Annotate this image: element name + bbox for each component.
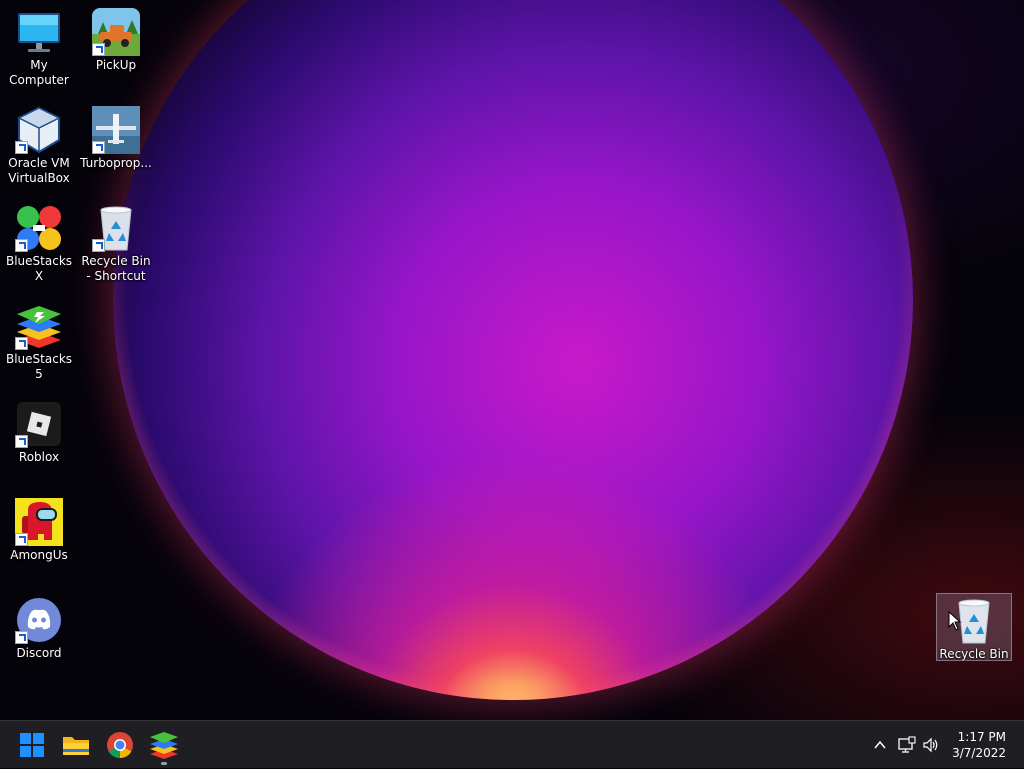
windows-start-icon [20,733,44,757]
clock-date: 3/7/2022 [952,746,1006,760]
file-explorer-button[interactable] [60,729,92,761]
bluestacks-5-icon [15,302,63,350]
desktop-icon-among-us[interactable]: AmongUs [1,498,77,563]
desktop-icon-virtualbox[interactable]: Oracle VM VirtualBox [1,106,77,186]
desktop-icon-label: My Computer [9,58,69,87]
clock-time: 1:17 PM [957,730,1006,744]
taskbar: 1:17 PM 3/7/2022 [0,720,1024,768]
taskbar-clock[interactable]: 1:17 PM 3/7/2022 [952,729,1006,761]
desktop-icon-label: BlueStacks 5 [5,352,73,381]
discord-icon [15,596,63,644]
shortcut-arrow-icon [15,239,28,252]
desktop-icon-discord[interactable]: Discord [1,596,77,661]
volume-icon [923,737,938,753]
volume-button[interactable] [920,721,942,769]
desktop-icon-label: PickUp [95,58,137,72]
desktop-icon-label: Roblox [18,450,60,464]
running-indicator [161,762,167,765]
shortcut-arrow-icon [92,239,105,252]
among-us-icon [15,498,63,546]
chrome-button[interactable] [104,729,136,761]
desktop-icon-pickup[interactable]: PickUp [78,8,154,73]
desktop-icon-label: Recycle Bin - Shortcut [81,254,151,283]
shortcut-arrow-icon [15,141,28,154]
roblox-icon [15,400,63,448]
start-button[interactable] [16,729,48,761]
desktop-icon-label: Recycle Bin [939,647,1009,661]
desktop-icon-label: BlueStacks X [5,254,73,283]
turboprop-game-icon [92,106,140,154]
chevron-up-icon [874,740,886,749]
desktop-icon-label: Oracle VM VirtualBox [8,156,70,185]
shortcut-arrow-icon [15,533,28,546]
bluestacks-taskbar-button[interactable] [148,729,180,765]
show-hidden-icons-button[interactable] [868,721,892,769]
shortcut-arrow-icon [92,43,105,56]
wallpaper-orb-glow [113,0,913,700]
bluestacks-icon [150,732,178,759]
monitor-icon [15,8,63,56]
desktop-icon-turboprop[interactable]: Turboprop... [78,106,154,171]
desktop-icon-label: AmongUs [10,548,68,562]
pickup-game-icon [92,8,140,56]
desktop-icon-my-computer[interactable]: My Computer [1,8,77,88]
bluestacks-x-icon [15,204,63,252]
desktop-icon-roblox[interactable]: Roblox [1,400,77,465]
desktop-icon-bluestacks-x[interactable]: BlueStacks X [1,204,77,284]
virtualbox-icon [15,106,63,154]
shortcut-arrow-icon [92,141,105,154]
shortcut-arrow-icon [15,435,28,448]
desktop-icon-label: Discord [16,646,62,660]
desktop-icon-bluestacks-5[interactable]: BlueStacks 5 [1,302,77,382]
recycle-bin-icon [92,204,140,252]
desktop-icon-label: Turboprop... [80,156,152,170]
shortcut-arrow-icon [15,337,28,350]
network-icon [898,736,916,753]
folder-icon [63,737,89,755]
shortcut-arrow-icon [15,631,28,644]
network-button[interactable] [896,721,918,769]
mouse-cursor-icon [948,611,962,631]
desktop-icon-recycle-bin-shortcut[interactable]: Recycle Bin - Shortcut [78,204,154,284]
chrome-icon [107,732,133,759]
